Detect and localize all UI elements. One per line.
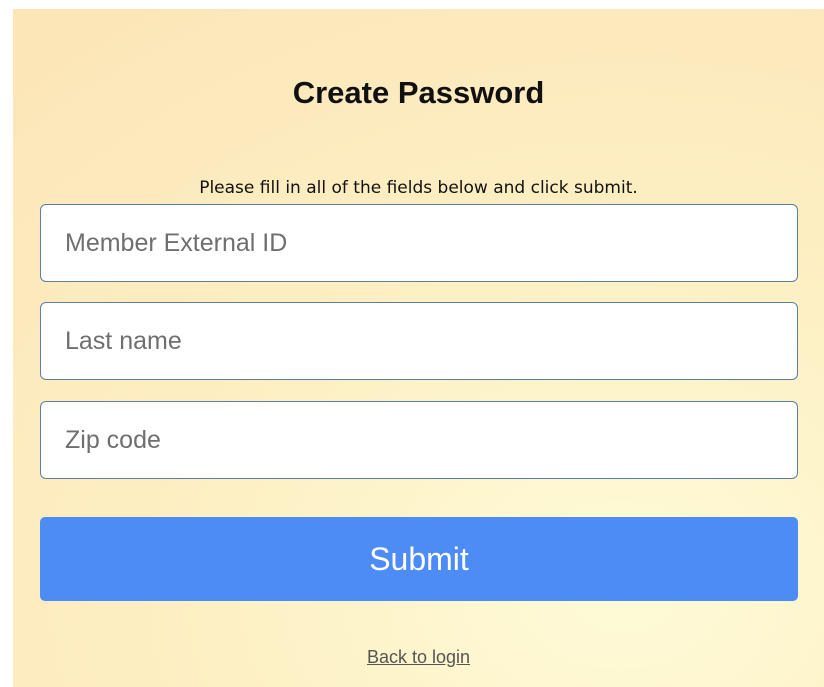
zip-code-input[interactable] bbox=[40, 401, 798, 479]
instructions-text: Please fill in all of the fields below a… bbox=[199, 178, 638, 198]
create-password-panel: Create Password Please fill in all of th… bbox=[13, 9, 824, 687]
page: Create Password Please fill in all of th… bbox=[0, 0, 824, 687]
back-to-login-link[interactable]: Back to login bbox=[367, 647, 470, 667]
member-external-id-input[interactable] bbox=[40, 204, 798, 282]
submit-button[interactable]: Submit bbox=[40, 517, 798, 601]
last-name-input[interactable] bbox=[40, 302, 798, 380]
back-link-container: Back to login bbox=[13, 647, 824, 668]
page-title: Create Password bbox=[292, 75, 545, 110]
